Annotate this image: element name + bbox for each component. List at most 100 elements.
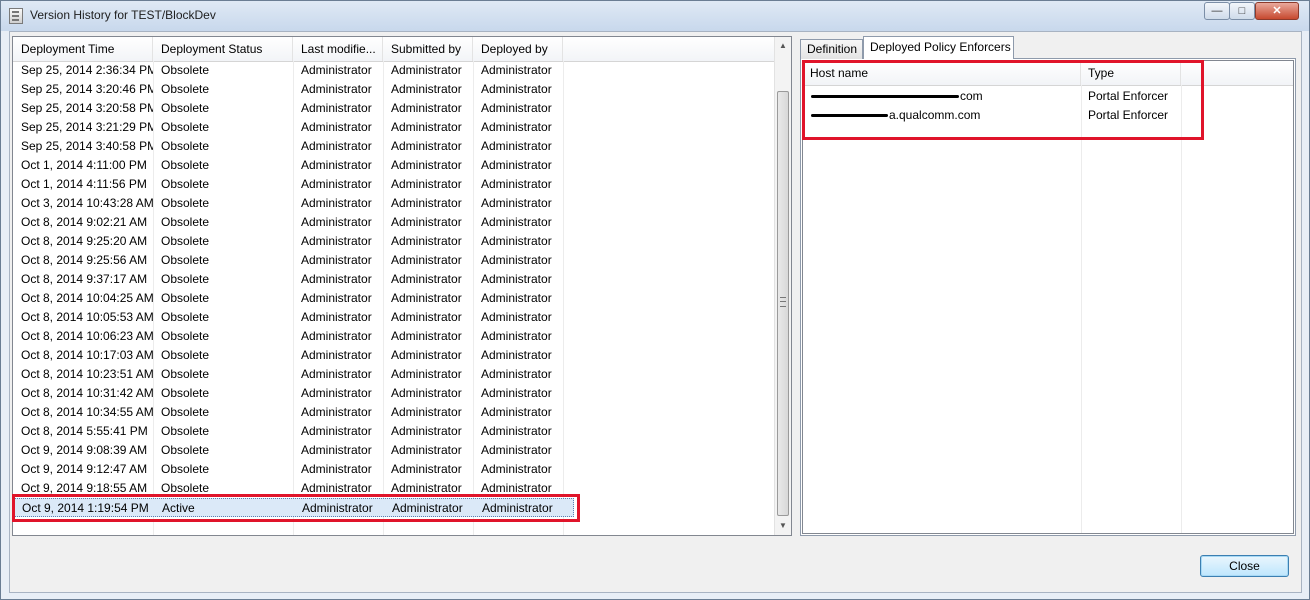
tab-strip: Definition Deployed Policy Enforcers <box>800 36 1300 59</box>
column-header-submitted-by[interactable]: Submitted by <box>383 37 473 61</box>
last-modified-cell: Administrator <box>301 120 372 134</box>
table-row[interactable]: Oct 8, 2014 10:06:23 AM Obsolete Administr… <box>13 327 574 346</box>
deployment-time-cell: Oct 8, 2014 9:25:56 AM <box>21 253 148 267</box>
last-modified-cell: Administrator <box>301 158 372 172</box>
submitted-by-cell: Administrator <box>391 139 462 153</box>
table-row[interactable]: Oct 8, 2014 9:37:17 AM Obsolete Administra… <box>13 270 574 289</box>
table-row[interactable]: Oct 3, 2014 10:43:28 AM Obsolete Administr… <box>13 194 574 213</box>
last-modified-cell: Administrator <box>301 177 372 191</box>
table-row[interactable]: Sep 25, 2014 3:21:29 PM Obsolete Administr… <box>13 118 574 137</box>
deployment-status-cell: Obsolete <box>161 329 210 343</box>
title-bar[interactable]: Version History for TEST/BlockDev — □ ✕ <box>1 1 1309 31</box>
column-header-deployment-time[interactable]: Deployment Time <box>13 37 153 61</box>
deployment-status-cell: Obsolete <box>161 462 210 476</box>
deployed-by-cell: Administrator <box>481 63 552 77</box>
deployed-by-cell: Administrator <box>481 424 552 438</box>
table-row[interactable]: Oct 9, 2014 9:08:39 AM Obsolete Administra… <box>13 441 574 460</box>
tab-definition[interactable]: Definition <box>800 39 863 59</box>
deployment-status-cell: Obsolete <box>161 272 210 286</box>
submitted-by-cell: Administrator <box>391 291 462 305</box>
column-header-deployment-status[interactable]: Deployment Status <box>153 37 293 61</box>
table-row[interactable]: Oct 8, 2014 9:25:20 AM Obsolete Administra… <box>13 232 574 251</box>
table-row[interactable]: Oct 8, 2014 9:02:21 AM Obsolete Administra… <box>13 213 574 232</box>
table-row[interactable]: Oct 8, 2014 10:04:25 AM Obsolete Administr… <box>13 289 574 308</box>
table-row[interactable]: Sep 25, 2014 3:20:46 PM Obsolete Administr… <box>13 80 574 99</box>
deployed-by-cell: Administrator <box>481 291 552 305</box>
column-divider <box>1081 85 1082 533</box>
deployed-by-cell: Administrator <box>481 177 552 191</box>
last-modified-cell: Administrator <box>301 63 372 77</box>
deployed-by-cell: Administrator <box>481 367 552 381</box>
deployment-time-cell: Oct 8, 2014 10:34:55 AM <box>21 405 153 419</box>
submitted-by-cell: Administrator <box>391 329 462 343</box>
history-header: Deployment Time Deployment Status Last m… <box>13 37 774 62</box>
table-row[interactable]: Oct 1, 2014 4:11:56 PM Obsolete Administra… <box>13 175 574 194</box>
last-modified-cell: Administrator <box>301 101 372 115</box>
deployment-status-cell: Obsolete <box>161 405 210 419</box>
deployment-status-cell: Obsolete <box>161 443 210 457</box>
column-divider <box>1181 85 1182 533</box>
close-window-button[interactable]: ✕ <box>1255 2 1299 20</box>
column-header-deployed-by[interactable]: Deployed by <box>473 37 563 61</box>
history-scrollbar[interactable]: ▲ ▼ <box>774 37 791 535</box>
deployment-status-cell: Obsolete <box>161 139 210 153</box>
close-button[interactable]: Close <box>1200 555 1289 577</box>
deployment-time-cell: Sep 25, 2014 3:20:46 PM <box>21 82 153 96</box>
column-header-last-modified[interactable]: Last modifie... <box>293 37 383 61</box>
last-modified-cell: Administrator <box>301 253 372 267</box>
deployed-by-cell: Administrator <box>481 272 552 286</box>
submitted-by-cell: Administrator <box>391 120 462 134</box>
submitted-by-cell: Administrator <box>391 215 462 229</box>
scroll-down-icon[interactable]: ▼ <box>777 519 789 533</box>
deployment-time-cell: Oct 8, 2014 9:25:20 AM <box>21 234 148 248</box>
deployment-status-cell: Obsolete <box>161 310 210 324</box>
deployment-time-cell: Oct 3, 2014 10:43:28 AM <box>21 196 153 210</box>
deployment-time-cell: Oct 8, 2014 10:23:51 AM <box>21 367 153 381</box>
deployment-time-cell: Oct 8, 2014 9:02:21 AM <box>21 215 148 229</box>
table-row[interactable]: Oct 8, 2014 9:25:56 AM Obsolete Administra… <box>13 251 574 270</box>
last-modified-cell: Administrator <box>301 139 372 153</box>
table-row[interactable]: Oct 8, 2014 10:05:53 AM Obsolete Administr… <box>13 308 574 327</box>
deployed-by-cell: Administrator <box>481 82 552 96</box>
deployment-time-cell: Sep 25, 2014 2:36:34 PM <box>21 63 153 77</box>
deployed-by-cell: Administrator <box>481 234 552 248</box>
deployed-by-cell: Administrator <box>481 253 552 267</box>
scroll-up-icon[interactable]: ▲ <box>777 39 789 53</box>
deployment-time-cell: Oct 8, 2014 10:17:03 AM <box>21 348 153 362</box>
deployment-status-cell: Obsolete <box>161 424 210 438</box>
deployment-status-cell: Obsolete <box>161 386 210 400</box>
last-modified-cell: Administrator <box>301 215 372 229</box>
table-row[interactable]: Oct 8, 2014 10:31:42 AM Obsolete Administr… <box>13 384 574 403</box>
table-row[interactable]: Oct 8, 2014 10:23:51 AM Obsolete Administr… <box>13 365 574 384</box>
table-row[interactable]: Oct 8, 2014 5:55:41 PM Obsolete Administra… <box>13 422 574 441</box>
deployment-time-cell: Oct 9, 2014 9:12:47 AM <box>21 462 148 476</box>
submitted-by-cell: Administrator <box>391 443 462 457</box>
window-title: Version History for TEST/BlockDev <box>30 8 216 22</box>
last-modified-cell: Administrator <box>301 272 372 286</box>
submitted-by-cell: Administrator <box>391 63 462 77</box>
table-row[interactable]: Sep 25, 2014 3:20:58 PM Obsolete Administr… <box>13 99 574 118</box>
deployment-status-cell: Obsolete <box>161 177 210 191</box>
table-row[interactable]: Sep 25, 2014 3:40:58 PM Obsolete Administr… <box>13 137 574 156</box>
deployed-by-cell: Administrator <box>481 158 552 172</box>
last-modified-cell: Administrator <box>301 462 372 476</box>
app-icon <box>9 8 23 24</box>
submitted-by-cell: Administrator <box>391 367 462 381</box>
version-history-list[interactable]: Deployment Time Deployment Status Last m… <box>12 36 792 536</box>
maximize-button[interactable]: □ <box>1229 2 1255 20</box>
submitted-by-cell: Administrator <box>391 386 462 400</box>
deployed-by-cell: Administrator <box>481 348 552 362</box>
table-row[interactable]: Sep 25, 2014 2:36:34 PM Obsolete Administr… <box>13 61 574 80</box>
submitted-by-cell: Administrator <box>391 348 462 362</box>
deployment-time-cell: Oct 1, 2014 4:11:00 PM <box>21 158 147 172</box>
minimize-button[interactable]: — <box>1204 2 1230 20</box>
last-modified-cell: Administrator <box>301 443 372 457</box>
submitted-by-cell: Administrator <box>391 196 462 210</box>
table-row[interactable]: Oct 8, 2014 10:34:55 AM Obsolete Administr… <box>13 403 574 422</box>
tab-deployed-policy-enforcers[interactable]: Deployed Policy Enforcers <box>863 36 1014 59</box>
table-row[interactable]: Oct 8, 2014 10:17:03 AM Obsolete Administr… <box>13 346 574 365</box>
table-row[interactable]: Oct 1, 2014 4:11:00 PM Obsolete Administra… <box>13 156 574 175</box>
table-row[interactable]: Oct 9, 2014 9:12:47 AM Obsolete Administra… <box>13 460 574 479</box>
deployment-status-cell: Obsolete <box>161 82 210 96</box>
scroll-thumb[interactable] <box>777 91 789 516</box>
